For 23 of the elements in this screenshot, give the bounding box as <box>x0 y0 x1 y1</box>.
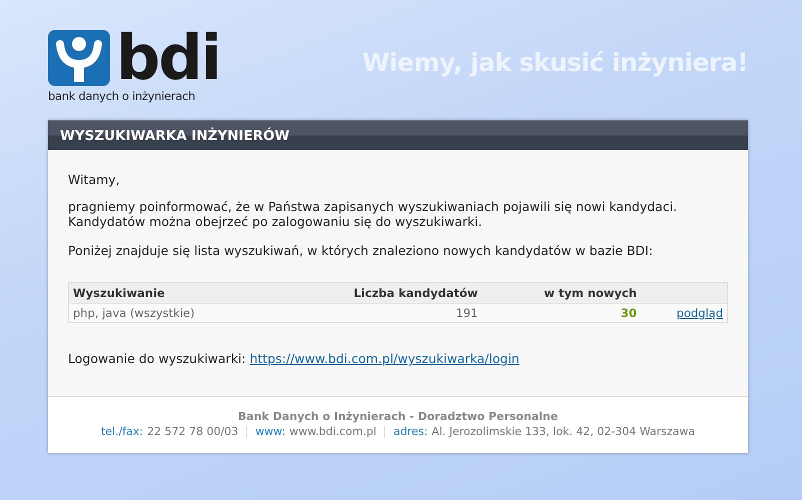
logo-icon <box>48 30 110 86</box>
greeting: Witamy, <box>68 172 121 187</box>
contact-value: 22 572 78 00/03 <box>147 425 238 438</box>
column-header: Wyszukiwanie <box>68 282 274 304</box>
panel-title: WYSZUKIWARKA INŻYNIERÓW <box>60 128 290 144</box>
paragraph: Poniżej znajduje się lista wyszukiwań, w których znaleziono nowych kandydatów w bazie BDI: <box>68 243 654 258</box>
column-header: Liczba kandydatów <box>274 282 482 304</box>
logo-wordmark: bdi <box>116 30 220 86</box>
contact-label: adres: <box>393 425 428 438</box>
company-name: Bank Danych o Inżynierach - Doradztwo Personalne <box>238 410 558 423</box>
login-link[interactable]: https://www.bdi.com.pl/wyszukiwarka/login <box>250 351 520 366</box>
contact-value: Al. Jerozolimskie 133, lok. 42, 02-304 Warszawa <box>432 425 696 438</box>
table-cell: php, java (wszystkie) <box>68 304 274 322</box>
login-label: Logowanie do wyszukiwarki: <box>68 351 246 366</box>
column-header: w tym nowych <box>482 282 641 304</box>
table-cell: 30 <box>482 304 641 322</box>
contact-value: www.bdi.com.pl <box>289 425 376 438</box>
contact-label: tel./fax: <box>100 425 144 438</box>
paragraph: pragniemy poinformować, że w Państwa zapisanych wyszukiwaniach pojawili się nowi kandydaci. Kandydatów można obejrzeć po zalogowaniu się do wyszukiwarki. <box>68 199 678 229</box>
contact-label: www: <box>255 425 286 438</box>
preview-link[interactable]: podgląd <box>676 306 723 320</box>
table-cell: 191 <box>274 304 482 322</box>
logo-tagline: bank danych o inżynierach <box>48 89 196 103</box>
